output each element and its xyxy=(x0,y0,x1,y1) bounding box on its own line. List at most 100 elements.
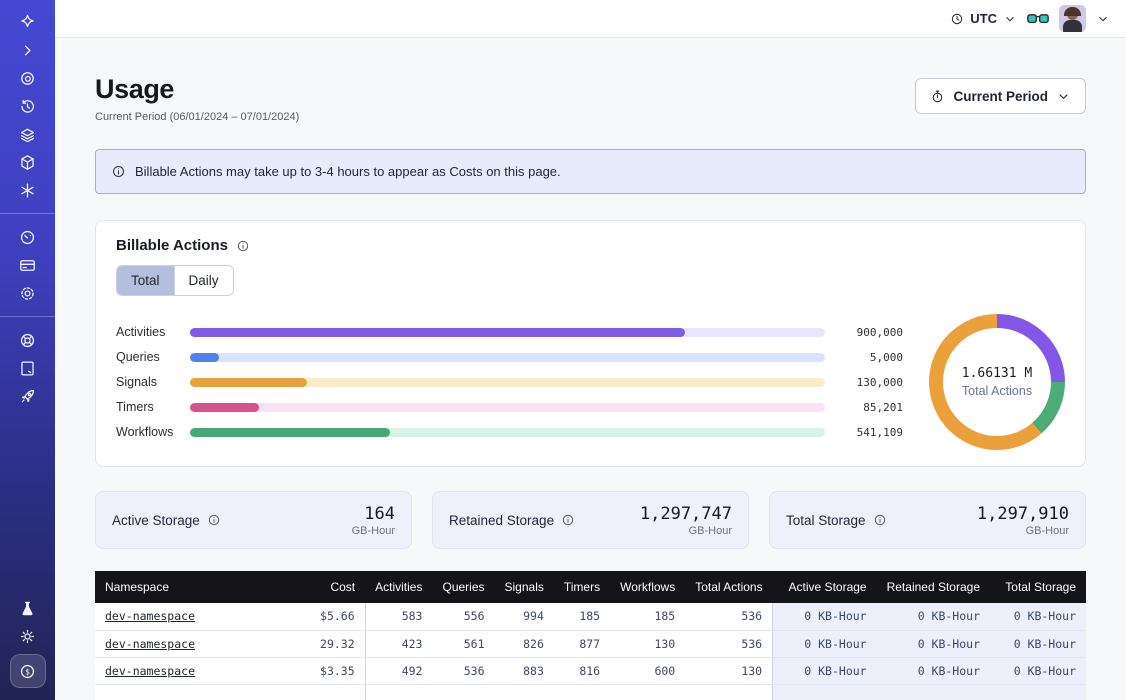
topbar: UTC xyxy=(55,0,1126,38)
column-header-cost: Cost xyxy=(281,571,365,603)
bar-fill xyxy=(190,428,390,437)
stopwatch-icon xyxy=(930,89,945,104)
tab-daily[interactable]: Daily xyxy=(174,266,233,295)
sidebar-item-usage[interactable] xyxy=(13,223,43,251)
namespace-link[interactable]: dev-namespace xyxy=(105,609,195,623)
bar-value: 5,000 xyxy=(825,351,903,364)
storage-label-text: Retained Storage xyxy=(449,513,554,528)
timezone-selector[interactable]: UTC xyxy=(950,11,1017,26)
sidebar-item-schedules[interactable] xyxy=(13,176,43,204)
value-cell: 877 xyxy=(554,630,610,657)
collapse-nav-button[interactable] xyxy=(13,36,43,64)
sidebar-divider xyxy=(0,213,55,214)
bar-label: Timers xyxy=(116,400,190,414)
storage-card-value-block: 1,297,910GB-Hour xyxy=(977,504,1069,537)
bar-track xyxy=(190,328,825,337)
donut-center: 1.66131 M Total Actions xyxy=(943,328,1051,436)
value-cell: 185 xyxy=(554,603,610,630)
temporal-logo-icon xyxy=(18,13,37,32)
billable-actions-card: Billable Actions TotalDaily Activities90… xyxy=(95,220,1086,467)
storage-label-text: Total Storage xyxy=(786,513,866,528)
value-cell: 816 xyxy=(554,657,610,684)
value-cell xyxy=(432,684,494,700)
bar-track xyxy=(190,403,825,412)
page-head: Usage Current Period (06/01/2024 – 07/01… xyxy=(95,74,1086,123)
value-cell: 536 xyxy=(685,630,772,657)
gear-icon xyxy=(18,284,37,303)
bar-fill xyxy=(190,403,259,412)
column-header-total-actions: Total Actions xyxy=(685,571,772,603)
bar-value: 130,000 xyxy=(825,376,903,389)
column-header-timers: Timers xyxy=(554,571,610,603)
value-cell: 0 KB-Hour xyxy=(877,657,990,684)
page-head-text: Usage Current Period (06/01/2024 – 07/01… xyxy=(95,74,299,123)
dollar-coin-icon: $ xyxy=(18,662,37,681)
sidebar-item-getting-started[interactable] xyxy=(13,382,43,410)
sidebar-item-support[interactable] xyxy=(13,326,43,354)
value-cell: 994 xyxy=(495,603,554,630)
sidebar-item-labs[interactable] xyxy=(13,594,43,622)
bar-fill xyxy=(190,328,685,337)
theme-toggle[interactable] xyxy=(13,622,43,650)
value-cell xyxy=(685,684,772,700)
storage-card-retained-storage: Retained Storage1,297,747GB-Hour xyxy=(432,491,749,549)
table-row: dev-namespace$5.665835569941851855360 KB… xyxy=(95,603,1086,630)
timezone-label: UTC xyxy=(970,11,997,26)
column-header-queries: Queries xyxy=(432,571,494,603)
sidebar-item-layers[interactable] xyxy=(13,120,43,148)
billable-chart: Activities900,000Queries5,000Signals130,… xyxy=(116,314,1065,450)
value-cell: 0 KB-Hour xyxy=(990,603,1086,630)
sidebar-item-docs[interactable] xyxy=(13,354,43,382)
billable-bar-chart: Activities900,000Queries5,000Signals130,… xyxy=(116,320,903,445)
storage-label-text: Active Storage xyxy=(112,513,200,528)
accessibility-glasses-button[interactable] xyxy=(1027,11,1049,27)
bar-value: 900,000 xyxy=(825,326,903,339)
value-cell: 492 xyxy=(365,657,432,684)
tab-total[interactable]: Total xyxy=(117,266,174,295)
gauge-icon xyxy=(18,228,37,247)
storage-unit: GB-Hour xyxy=(977,525,1069,537)
user-menu-button[interactable] xyxy=(1096,12,1110,26)
info-icon[interactable] xyxy=(236,239,250,253)
sidebar-item-namespaces[interactable] xyxy=(13,64,43,92)
temporal-logo[interactable] xyxy=(13,8,43,36)
value-cell xyxy=(610,684,685,700)
info-icon[interactable] xyxy=(207,513,221,527)
info-icon[interactable] xyxy=(873,513,887,527)
clock-icon xyxy=(950,12,964,26)
sidebar-item-billing[interactable] xyxy=(13,251,43,279)
namespace-link[interactable]: dev-namespace xyxy=(105,637,195,651)
avatar-body xyxy=(1063,20,1082,32)
user-avatar[interactable] xyxy=(1059,5,1086,32)
info-icon[interactable] xyxy=(561,513,575,527)
bar-value: 541,109 xyxy=(825,426,903,439)
value-cell: $5.66 xyxy=(281,603,365,630)
storage-unit: GB-Hour xyxy=(352,525,395,537)
sidebar-item-deployments[interactable] xyxy=(13,148,43,176)
bar-fill xyxy=(190,378,307,387)
value-cell: $3.35 xyxy=(281,657,365,684)
sidebar-item-history[interactable] xyxy=(13,92,43,120)
credits-button[interactable]: $ xyxy=(13,657,43,685)
namespace-usage-table: NamespaceCostActivitiesQueriesSignalsTim… xyxy=(95,571,1086,700)
value-cell: 0 KB-Hour xyxy=(877,630,990,657)
bar-label: Workflows xyxy=(116,425,190,439)
table-row: dev-namespace$3.354925368838166001300 KB… xyxy=(95,657,1086,684)
column-header-signals: Signals xyxy=(495,571,554,603)
sidebar-item-settings[interactable] xyxy=(13,279,43,307)
bar-value: 85,201 xyxy=(825,401,903,414)
info-icon xyxy=(111,164,126,179)
period-selector-button[interactable]: Current Period xyxy=(915,78,1086,114)
credit-card-icon xyxy=(18,256,37,275)
sidebar: $ xyxy=(0,0,55,700)
period-button-label: Current Period xyxy=(953,89,1048,104)
value-cell xyxy=(990,684,1086,700)
value-cell: 583 xyxy=(365,603,432,630)
namespaces-icon xyxy=(18,69,37,88)
sun-icon xyxy=(18,627,37,646)
column-header-retained-storage: Retained Storage xyxy=(877,571,990,603)
namespace-link[interactable]: dev-namespace xyxy=(105,664,195,678)
column-header-total-storage: Total Storage xyxy=(990,571,1086,603)
value-cell: 536 xyxy=(685,603,772,630)
asterisk-icon xyxy=(18,181,37,200)
